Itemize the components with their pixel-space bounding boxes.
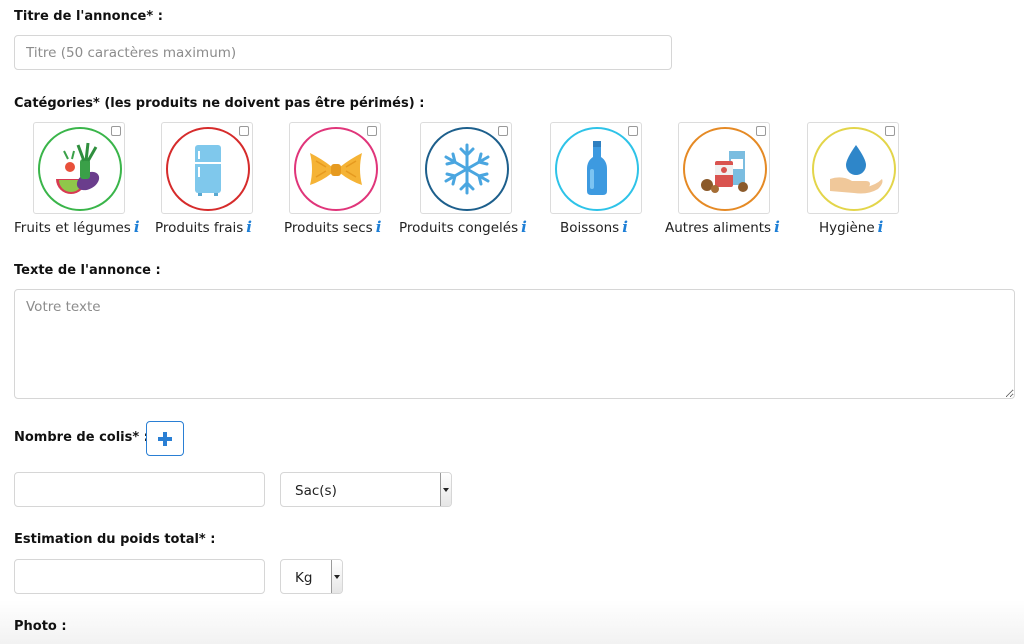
- category-label: Fruits et légumes: [14, 220, 131, 236]
- text-area[interactable]: [14, 289, 1015, 399]
- category-caption: Produits frais i: [155, 218, 252, 236]
- info-icon[interactable]: i: [622, 218, 628, 236]
- fridge-icon: [166, 127, 250, 211]
- category-label: Produits secs: [284, 220, 373, 236]
- title-label: Titre de l'annonce* :: [14, 9, 163, 24]
- vegetables-icon: [38, 127, 122, 211]
- category-tile[interactable]: [289, 122, 381, 214]
- page-bottom-fade: [0, 600, 1024, 644]
- snowflake-icon: [425, 127, 509, 211]
- title-input[interactable]: [14, 35, 672, 70]
- info-icon[interactable]: i: [521, 218, 527, 236]
- weight-unit-select[interactable]: Kg: [280, 559, 343, 594]
- category-label: Produits frais: [155, 220, 244, 236]
- bottle-icon: [555, 127, 639, 211]
- photo-label: Photo :: [14, 619, 67, 634]
- weight-unit-value: Kg: [295, 570, 313, 586]
- unit-select-value: Sac(s): [295, 483, 337, 499]
- info-icon[interactable]: i: [878, 218, 884, 236]
- canned-food-icon: [683, 127, 767, 211]
- info-icon[interactable]: i: [246, 218, 252, 236]
- chevron-down-icon[interactable]: [331, 560, 342, 593]
- category-tile[interactable]: [678, 122, 770, 214]
- info-icon[interactable]: i: [376, 218, 382, 236]
- pasta-icon: [294, 127, 378, 211]
- category-caption: Hygiène i: [819, 218, 883, 236]
- category-tile[interactable]: [33, 122, 125, 214]
- unit-select[interactable]: Sac(s): [280, 472, 452, 507]
- category-caption: Autres aliments i: [665, 218, 780, 236]
- category-caption: Boissons i: [560, 218, 628, 236]
- categories-label: Catégories* (les produits ne doivent pas…: [14, 96, 425, 111]
- category-label: Boissons: [560, 220, 620, 236]
- category-tile[interactable]: [550, 122, 642, 214]
- category-caption: Fruits et légumes i: [14, 218, 140, 236]
- water-drop-hand-icon: [812, 127, 896, 211]
- colis-label: Nombre de colis* :: [14, 430, 149, 445]
- category-tile[interactable]: [807, 122, 899, 214]
- text-label: Texte de l'annonce :: [14, 263, 161, 278]
- category-caption: Produits congelés i: [399, 218, 527, 236]
- category-label: Produits congelés: [399, 220, 519, 236]
- weight-input[interactable]: [14, 559, 265, 594]
- category-caption: Produits secs i: [284, 218, 381, 236]
- info-icon[interactable]: i: [774, 218, 780, 236]
- plus-icon: [158, 432, 172, 446]
- add-colis-button[interactable]: [146, 421, 184, 456]
- category-tile[interactable]: [161, 122, 253, 214]
- category-label: Hygiène: [819, 220, 875, 236]
- info-icon[interactable]: i: [134, 218, 140, 236]
- quantity-input[interactable]: [14, 472, 265, 507]
- category-tile[interactable]: [420, 122, 512, 214]
- category-label: Autres aliments: [665, 220, 772, 236]
- weight-label: Estimation du poids total* :: [14, 532, 216, 547]
- chevron-down-icon[interactable]: [440, 473, 451, 506]
